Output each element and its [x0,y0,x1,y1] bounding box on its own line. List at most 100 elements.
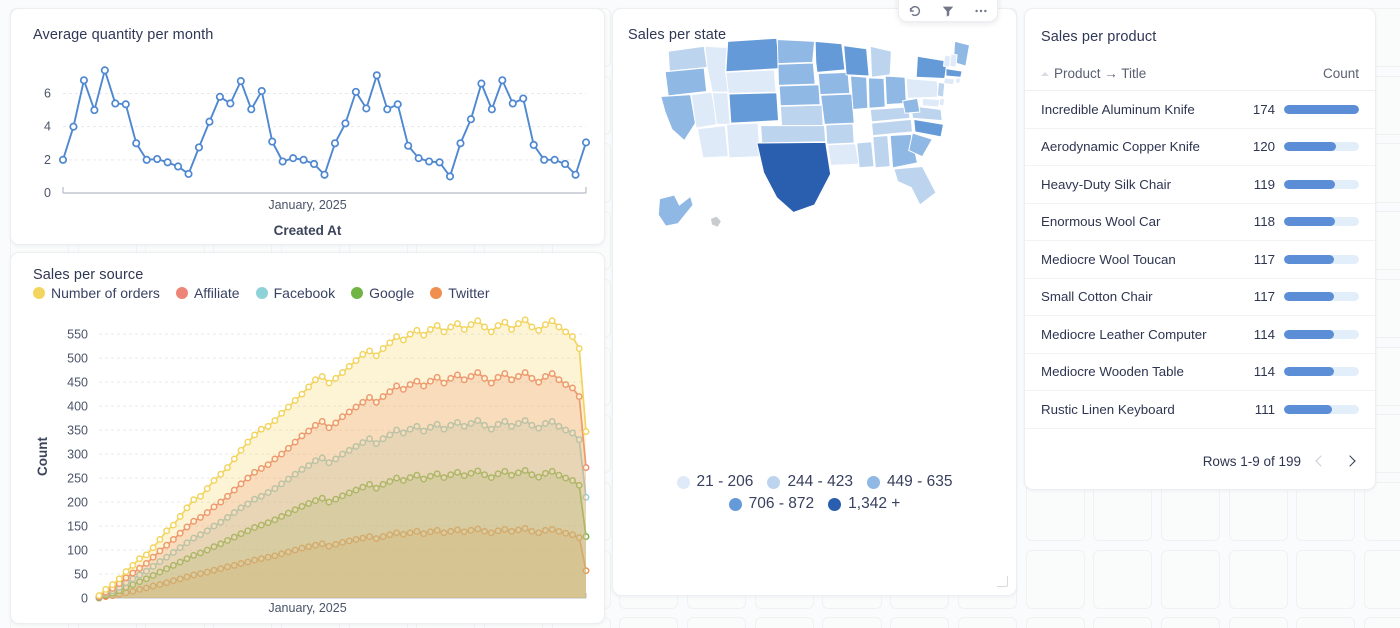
dashboard-grid-cell [1161,482,1220,541]
map-state-fl[interactable] [894,167,936,205]
table-row[interactable]: Mediocre Wooden Table114 [1025,354,1375,392]
map-state-pa[interactable] [906,79,938,99]
cell-product-name: Enormous Wool Car [1041,214,1241,229]
dashboard-grid-cell [958,617,1017,628]
map-state-mt[interactable] [726,38,780,71]
cell-count-value: 119 [1241,177,1275,192]
map-state-ri[interactable] [955,78,961,84]
cell-count-value: 114 [1241,364,1275,379]
svg-text:450: 450 [67,376,88,390]
cell-product-name: Mediocre Wooden Table [1041,364,1241,379]
map-state-wy[interactable] [726,70,776,94]
sales-per-source-legend[interactable]: Number of orders Affiliate Facebook Google T… [33,285,498,301]
map-state-wi[interactable] [844,46,869,76]
legend-color-dot-icon [351,287,363,299]
map-state-mn[interactable] [815,41,845,72]
map-state-nm[interactable] [726,123,759,158]
legend-item-number-of-orders[interactable]: Number of orders [33,285,160,301]
table-row[interactable]: Enormous Wool Car118 [1025,204,1375,242]
map-state-al[interactable] [873,136,890,168]
map-state-il[interactable] [850,76,867,109]
avg-x-axis-title: Created At [11,223,604,238]
map-state-co[interactable] [729,93,779,123]
map-state-nd[interactable] [777,39,814,63]
map-state-nc[interactable] [914,119,944,136]
map-legend-color-dot-icon [677,476,690,489]
count-bar-track [1284,405,1359,414]
us-choropleth-map[interactable] [613,9,1017,479]
svg-text:300: 300 [67,448,88,462]
map-state-hi[interactable] [710,216,721,227]
dashboard-grid-cell [619,617,678,628]
map-legend-color-dot-icon [767,476,780,489]
map-state-az[interactable] [697,126,728,158]
table-row[interactable]: Aerodynamic Copper Knife120 [1025,129,1375,167]
card-sales-per-source[interactable]: Sales per source Number of ordersAffilia… [10,252,605,624]
svg-text:500: 500 [67,352,88,366]
table-row[interactable]: Small Cotton Chair117 [1025,279,1375,317]
cell-count-value: 174 [1241,102,1275,117]
map-state-ma[interactable] [946,69,962,78]
count-bar-fill [1284,405,1332,414]
map-state-or[interactable] [665,68,707,96]
dashboard-grid-cell [687,617,746,628]
count-bar-fill [1284,180,1335,189]
column-header-product-title[interactable]: Product → Title [1041,66,1323,81]
map-state-ne[interactable] [779,85,820,106]
svg-text:150: 150 [67,520,88,534]
table-row[interactable]: Mediocre Leather Computer114 [1025,316,1375,354]
map-state-sd[interactable] [778,63,815,85]
svg-text:200: 200 [67,496,88,510]
count-bar-fill [1284,105,1359,114]
dashboard-grid-cell [1093,550,1152,609]
dashboard-grid-cell [890,617,949,628]
floating-toolbar[interactable] [898,0,998,22]
table-row[interactable]: Mediocre Wool Toucan117 [1025,241,1375,279]
map-state-ks[interactable] [780,105,823,127]
count-bar-fill [1284,255,1334,264]
map-state-ny[interactable] [916,56,947,78]
map-state-ms[interactable] [857,142,874,168]
count-bar-fill [1284,142,1336,151]
map-state-mo[interactable] [821,94,854,124]
legend-item-affiliate[interactable]: Affiliate [176,285,240,301]
card-sales-per-state[interactable]: Sales per state 21 - 206244 - 423449 - 6… [612,8,1017,596]
map-state-ia[interactable] [818,72,850,94]
map-state-ca[interactable] [661,95,696,141]
next-page-button[interactable] [1340,452,1359,471]
legend-label: Number of orders [51,285,160,301]
map-state-md[interactable] [922,98,939,107]
legend-label: Affiliate [194,285,240,301]
table-row[interactable]: Heavy-Duty Silk Chair119 [1025,166,1375,204]
table-row[interactable]: Rustic Linen Keyboard111 [1025,391,1375,429]
map-state-in[interactable] [868,78,885,108]
undo-icon[interactable] [907,4,923,18]
map-state-nj[interactable] [937,82,944,97]
legend-item-facebook[interactable]: Facebook [256,285,335,301]
map-state-ok[interactable] [761,126,826,143]
card-sales-per-product[interactable]: Sales per product Product → Title Count … [1024,8,1376,490]
map-state-tx[interactable] [757,142,831,212]
filter-icon[interactable] [940,4,956,18]
map-state-ak[interactable] [658,195,693,226]
map-state-wv[interactable] [903,98,920,113]
map-state-tn[interactable] [872,119,913,135]
map-state-ar[interactable] [826,124,855,144]
legend-label: Google [369,285,414,301]
count-bar-track [1284,105,1359,114]
legend-item-twitter[interactable]: Twitter [430,285,489,301]
card-title-sales-per-product: Sales per product [1041,29,1156,45]
map-state-mi[interactable] [870,46,891,77]
more-icon[interactable] [973,4,989,18]
table-row[interactable]: Incredible Aluminum Knife174 [1025,91,1375,129]
card-average-quantity-per-month[interactable]: Average quantity per month 0246 January,… [10,8,605,245]
map-state-wa[interactable] [668,46,707,71]
map-state-nh[interactable] [950,54,957,68]
legend-item-google[interactable]: Google [351,285,414,301]
previous-page-button[interactable] [1311,452,1330,471]
cell-product-name: Mediocre Leather Computer [1041,327,1241,342]
map-state-la[interactable] [828,144,860,166]
map-legend-label: 1,342 + [848,495,900,513]
resize-handle-icon[interactable] [997,576,1008,587]
column-header-count[interactable]: Count [1323,66,1359,81]
